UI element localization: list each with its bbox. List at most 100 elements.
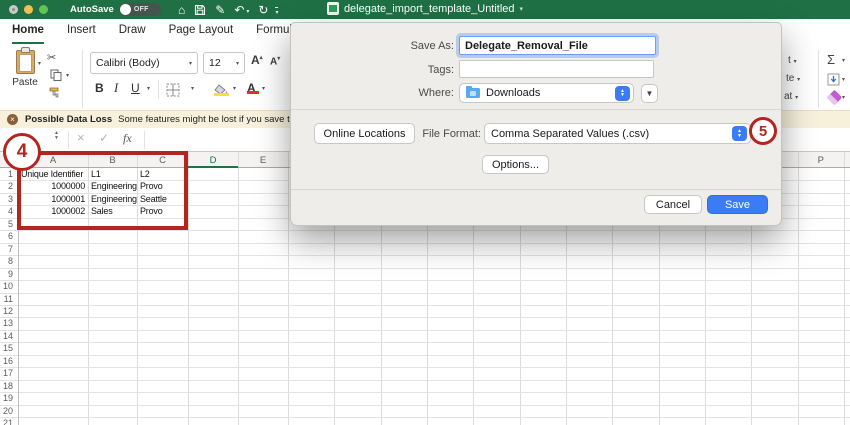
name-box-stepper[interactable]: ▲▼ (54, 131, 59, 140)
bold-button[interactable]: B (95, 81, 104, 95)
fill-down-chevron-icon[interactable]: ▾ (842, 76, 845, 83)
excel-window: AutoSave OFF ⌂ ✎ ↶ ▾ ↻ ▾ delegate_import… (0, 0, 850, 425)
tab-draw[interactable]: Draw (119, 24, 146, 44)
grid-hline (0, 417, 850, 418)
where-dropdown[interactable]: Downloads ▲▼ (459, 83, 634, 103)
underline-button[interactable]: U (131, 81, 140, 95)
active-column-underline (188, 166, 238, 169)
save-as-dialog: Save As: Delegate_Removal_File Tags: Whe… (290, 22, 782, 226)
grid-hline (0, 405, 850, 406)
tab-page-layout[interactable]: Page Layout (169, 24, 234, 44)
delete-cells-label-truncated[interactable]: te ▾ (786, 73, 800, 84)
autosum-icon[interactable]: Σ (827, 52, 835, 67)
row-header-6[interactable]: 6 (0, 230, 16, 242)
font-name-dropdown[interactable]: Calibri (Body) ▾ (90, 52, 198, 74)
grow-font-button[interactable]: A▴ (251, 53, 263, 67)
row-header-5[interactable]: 5 (0, 218, 16, 230)
format-painter-icon[interactable] (48, 86, 62, 102)
fill-color-chevron-icon[interactable]: ▾ (233, 85, 236, 92)
row-header-4[interactable]: 4 (0, 205, 16, 217)
row-header-14[interactable]: 14 (0, 330, 16, 342)
grid-hline (0, 330, 850, 331)
fill-down-icon[interactable] (827, 73, 840, 91)
title-chevron-icon[interactable]: ▾ (520, 5, 524, 13)
row-header-21[interactable]: 21 (0, 417, 16, 425)
clear-eraser-icon[interactable] (827, 90, 843, 106)
dialog-divider (291, 189, 781, 190)
copy-chevron-icon[interactable]: ▾ (66, 72, 69, 79)
step-4-highlight-rectangle (17, 151, 188, 230)
row-header-2[interactable]: 2 (0, 180, 16, 192)
italic-button[interactable]: I (114, 81, 118, 96)
column-header-P[interactable]: P (798, 152, 844, 168)
format-cells-label-truncated[interactable]: at ▾ (784, 91, 798, 102)
paste-button[interactable]: ▾ Paste (8, 50, 42, 106)
grid-hline (0, 367, 850, 368)
formula-bar-divider (144, 131, 145, 149)
downloads-folder-icon (466, 88, 480, 98)
save-button[interactable]: Save (707, 195, 768, 214)
tags-label: Tags: (334, 64, 454, 76)
confirm-entry-icon[interactable]: ✓ (99, 131, 109, 145)
font-color-chevron-icon[interactable]: ▾ (262, 85, 265, 92)
underline-chevron-icon[interactable]: ▾ (147, 85, 150, 92)
cancel-entry-icon[interactable]: × (77, 130, 85, 145)
borders-icon[interactable] (166, 83, 180, 102)
row-header-12[interactable]: 12 (0, 305, 16, 317)
borders-chevron-icon[interactable]: ▾ (191, 85, 194, 92)
row-header-17[interactable]: 17 (0, 367, 16, 379)
expand-dialog-chevron-button[interactable]: ▼ (641, 84, 658, 103)
row-header-19[interactable]: 19 (0, 392, 16, 404)
grid-hline (0, 230, 850, 231)
copy-icon[interactable] (50, 69, 62, 84)
cut-icon[interactable]: ✂ (47, 51, 56, 64)
tags-input[interactable] (459, 60, 654, 78)
grid-hline (0, 293, 850, 294)
font-color-button[interactable]: A (247, 81, 256, 95)
file-format-stepper-icon: ▲▼ (732, 126, 747, 141)
autosum-chevron-icon[interactable]: ▾ (842, 57, 845, 64)
grid-hline (0, 268, 850, 269)
document-title[interactable]: delegate_import_template_Untitled (344, 3, 515, 15)
row-header-9[interactable]: 9 (0, 268, 16, 280)
warning-message: Some features might be lost if you save … (118, 114, 297, 125)
row-header-18[interactable]: 18 (0, 380, 16, 392)
row-header-20[interactable]: 20 (0, 405, 16, 417)
font-size-chevron-icon: ▾ (236, 60, 239, 67)
paste-chevron-icon[interactable]: ▾ (38, 60, 41, 67)
ribbon-divider (82, 50, 83, 108)
insert-cells-label-truncated[interactable]: t ▾ (788, 55, 797, 66)
row-header-7[interactable]: 7 (0, 243, 16, 255)
insert-function-icon[interactable]: fx (123, 131, 132, 146)
row-header-13[interactable]: 13 (0, 317, 16, 329)
file-format-dropdown[interactable]: Comma Separated Values (.csv) ▲▼ (484, 123, 751, 144)
font-size-value: 12 (209, 57, 221, 69)
column-header-E[interactable]: E (238, 152, 288, 168)
shrink-font-button[interactable]: A▾ (270, 55, 280, 67)
clipboard-icon (16, 50, 35, 74)
save-as-input[interactable]: Delegate_Removal_File (459, 36, 656, 55)
options-button[interactable]: Options... (482, 155, 549, 174)
dialog-divider (291, 109, 781, 110)
clear-chevron-icon[interactable]: ▾ (842, 94, 845, 101)
grid-hline (0, 243, 850, 244)
ribbon-divider (818, 50, 819, 108)
step-5-badge: 5 (749, 117, 777, 145)
warning-close-icon[interactable]: × (7, 114, 18, 125)
row-header-8[interactable]: 8 (0, 255, 16, 267)
row-header-1[interactable]: 1 (0, 168, 16, 180)
tab-home[interactable]: Home (12, 24, 44, 44)
row-header-15[interactable]: 15 (0, 342, 16, 354)
fill-color-icon[interactable] (214, 82, 229, 96)
row-header-11[interactable]: 11 (0, 293, 16, 305)
formula-bar-divider (68, 131, 69, 149)
cancel-button[interactable]: Cancel (644, 195, 702, 214)
row-header-10[interactable]: 10 (0, 280, 16, 292)
document-title-area: delegate_import_template_Untitled ▾ (0, 2, 850, 18)
row-header-16[interactable]: 16 (0, 355, 16, 367)
excel-doc-icon (327, 2, 339, 15)
tab-insert[interactable]: Insert (67, 24, 96, 44)
row-header-3[interactable]: 3 (0, 193, 16, 205)
font-size-dropdown[interactable]: 12 ▾ (203, 52, 245, 74)
ribbon-divider (158, 81, 159, 99)
